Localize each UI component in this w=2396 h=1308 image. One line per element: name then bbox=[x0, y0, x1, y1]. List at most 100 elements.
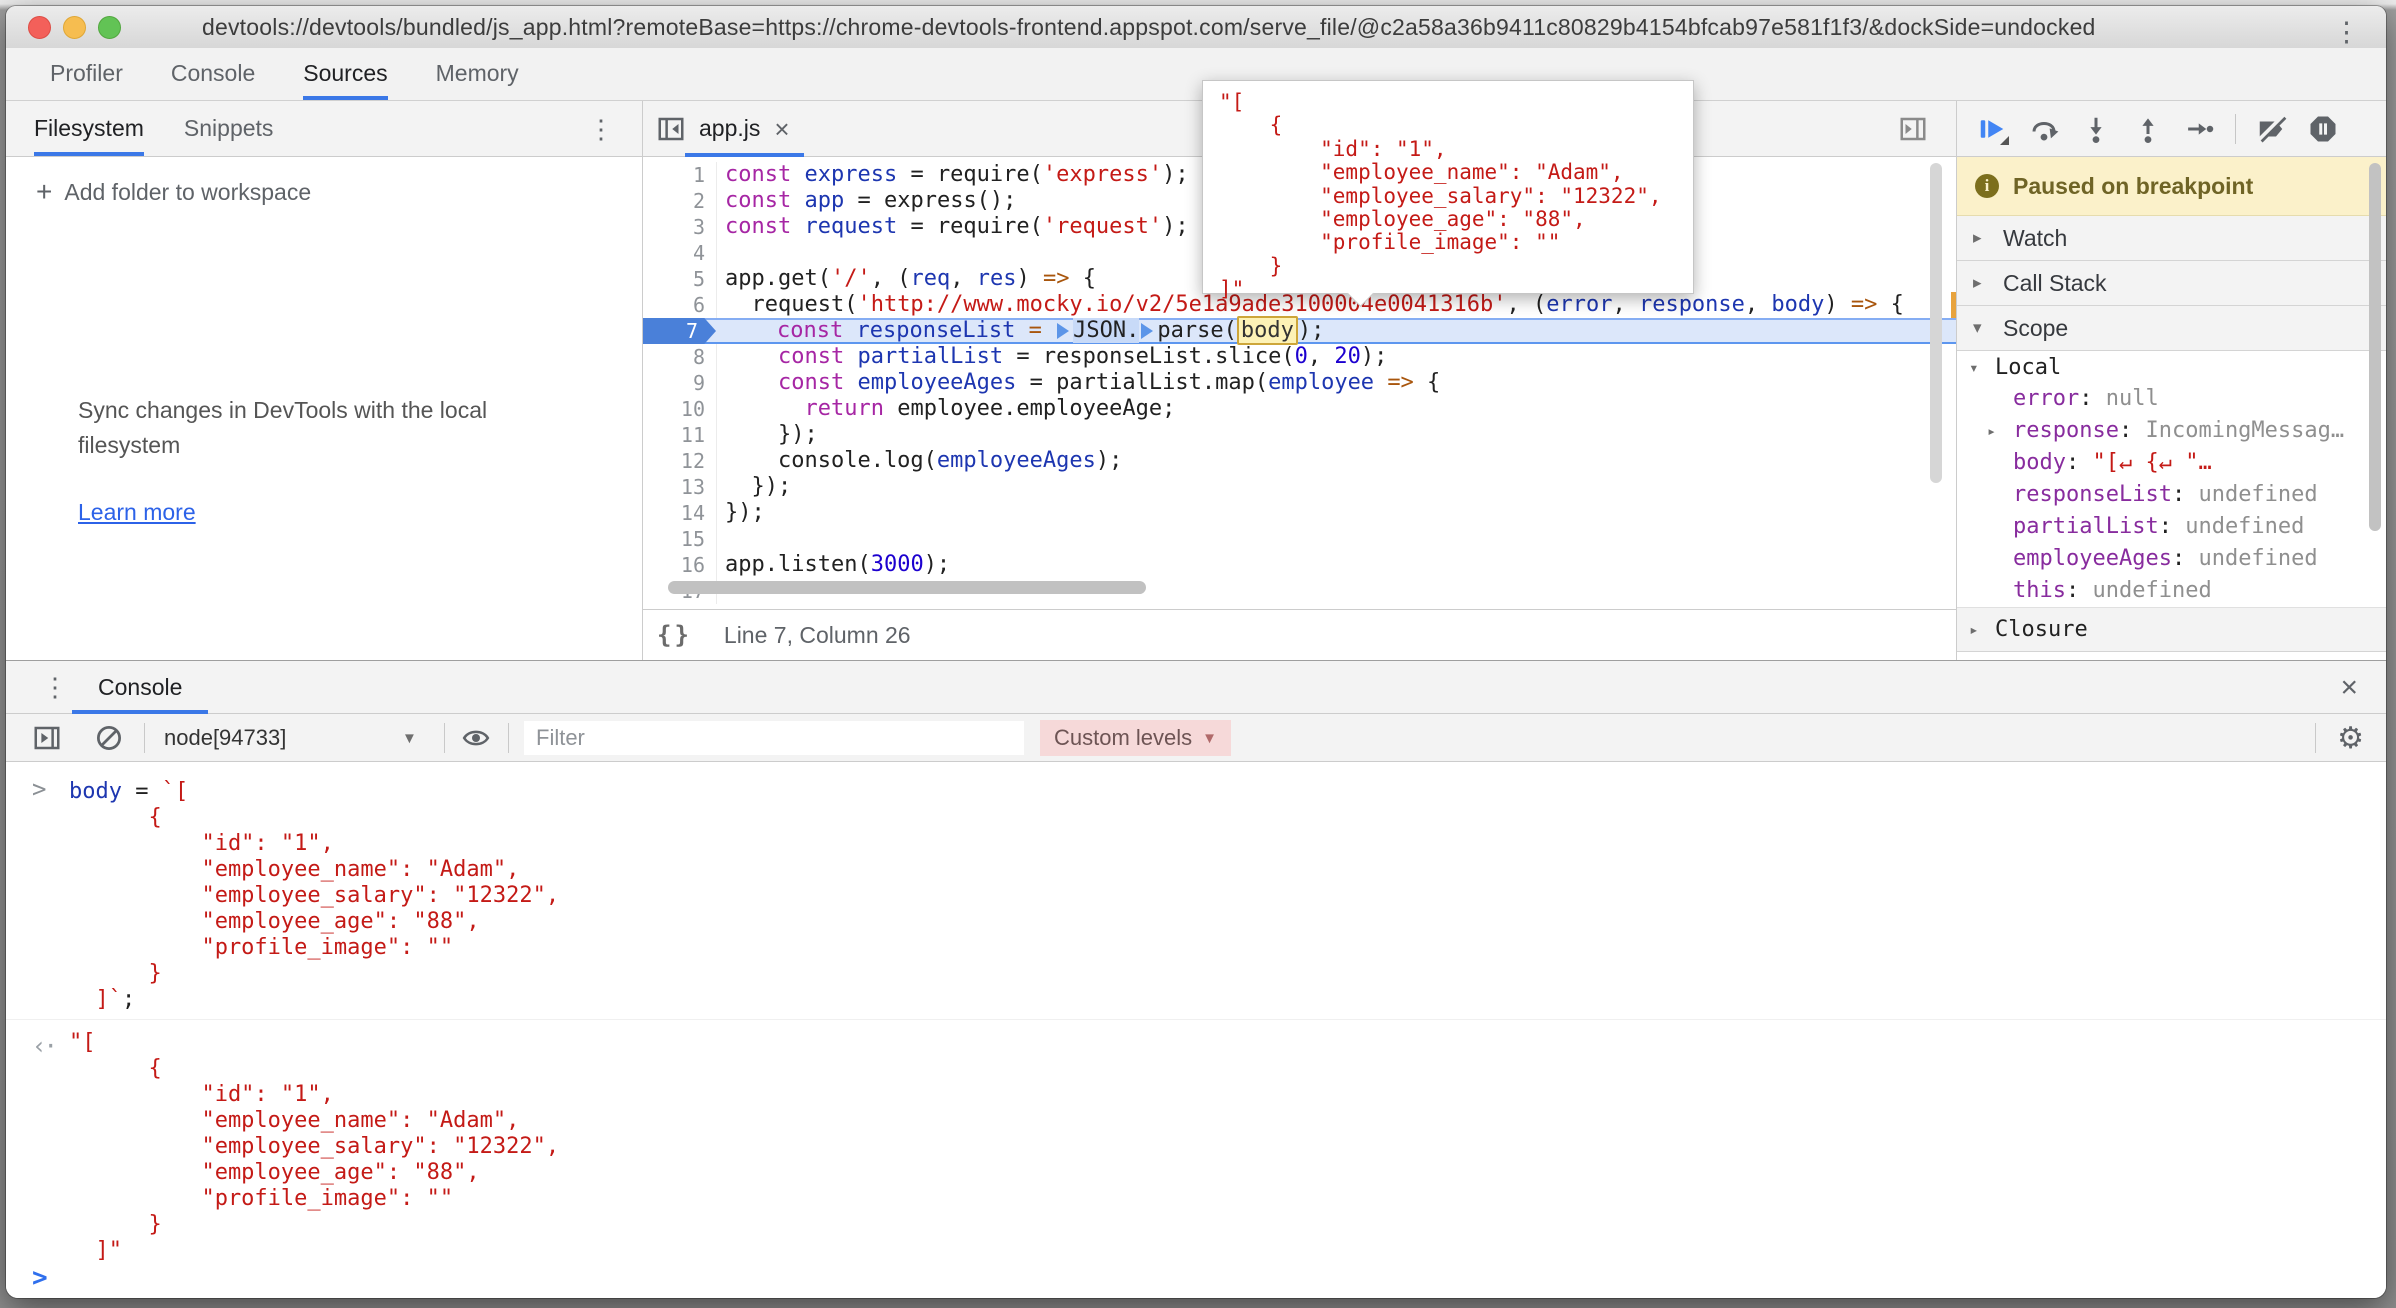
scope-variable-partiallist: partialList: undefined bbox=[1957, 511, 2386, 543]
variable-value: undefined bbox=[2198, 482, 2317, 507]
section-call-stack[interactable]: ▸Call Stack bbox=[1957, 261, 2386, 306]
console-settings-gear-icon[interactable]: ⚙ bbox=[2337, 714, 2364, 762]
line-number-gutter[interactable]: 12 bbox=[643, 448, 717, 474]
line-number-gutter[interactable]: 14 bbox=[643, 500, 717, 526]
editor-horizontal-scrollbar[interactable] bbox=[668, 581, 1938, 596]
variable-name: response bbox=[2013, 418, 2119, 443]
line-number-gutter[interactable]: 6 bbox=[643, 292, 717, 318]
variable-name: employeeAges bbox=[2013, 546, 2172, 571]
file-tab-appjs[interactable]: app.js × bbox=[685, 101, 804, 157]
navigator-tab-filesystem[interactable]: Filesystem bbox=[34, 101, 144, 156]
line-number-gutter[interactable]: 16 bbox=[643, 552, 717, 578]
scope-variable-response[interactable]: ▸response: IncomingMessag… bbox=[1957, 415, 2386, 447]
expanded-arrow-icon: ▾ bbox=[1973, 318, 1989, 338]
close-window-button[interactable] bbox=[28, 16, 51, 39]
tab-sources[interactable]: Sources bbox=[303, 48, 387, 100]
pause-on-exceptions-button[interactable] bbox=[2304, 112, 2342, 146]
deactivate-breakpoints-button[interactable] bbox=[2252, 112, 2290, 146]
code-line: 7 const responseList = JSON.parse(body); bbox=[643, 318, 1956, 344]
variable-value: null bbox=[2106, 386, 2159, 411]
code-line: 15 bbox=[643, 526, 1956, 552]
section-watch[interactable]: ▸Watch bbox=[1957, 216, 2386, 261]
collapsed-arrow-icon[interactable]: ▸ bbox=[1987, 415, 1996, 447]
section-label: Call Stack bbox=[2003, 270, 2107, 297]
step-location-marker-icon[interactable] bbox=[1141, 323, 1153, 339]
console-drawer: ⋮ Console × node[94733] ▼ bbox=[6, 660, 2386, 1298]
console-prompt[interactable]: > bbox=[6, 1263, 2386, 1298]
console-text-line: "employee_age": "88", bbox=[69, 909, 2386, 935]
line-number-gutter[interactable]: 11 bbox=[643, 422, 717, 448]
line-number-gutter[interactable]: 3 bbox=[643, 214, 717, 240]
step-out-button[interactable] bbox=[2129, 112, 2167, 146]
tab-console[interactable]: Console bbox=[171, 48, 255, 100]
scope-variable-body: body: "[↵ {↵ "… bbox=[1957, 447, 2386, 479]
navigator-tab-snippets[interactable]: Snippets bbox=[184, 101, 274, 156]
context-dropdown-caret-icon[interactable]: ▼ bbox=[402, 714, 417, 762]
add-folder-button[interactable]: + Add folder to workspace bbox=[36, 176, 311, 208]
line-number-gutter[interactable]: 10 bbox=[643, 396, 717, 422]
resume-script-button[interactable] bbox=[1973, 112, 2011, 146]
execution-context-selector[interactable]: node[94733] bbox=[164, 714, 286, 762]
editor-vertical-scrollbar[interactable] bbox=[1930, 163, 1942, 483]
step-location-marker-icon[interactable] bbox=[1057, 323, 1069, 339]
devtools-window: devtools://devtools/bundled/js_app.html?… bbox=[6, 6, 2386, 1298]
close-tab-icon[interactable]: × bbox=[774, 116, 789, 142]
line-number-gutter[interactable]: 9 bbox=[643, 370, 717, 396]
step-into-button[interactable] bbox=[2077, 112, 2115, 146]
code-text: return employee.employeeAge; bbox=[717, 396, 1175, 422]
sidebar-scrollbar[interactable] bbox=[2369, 163, 2381, 531]
live-expression-eye-icon[interactable] bbox=[460, 714, 492, 762]
scope-local-group[interactable]: ▾ Local bbox=[1957, 351, 2386, 383]
scope-closure-group[interactable]: ▸ Closure bbox=[1957, 607, 2386, 652]
scope-variable-employeeages: employeeAges: undefined bbox=[1957, 543, 2386, 575]
console-text-line: { bbox=[69, 1056, 2386, 1082]
zoom-window-button[interactable] bbox=[98, 16, 121, 39]
step-button[interactable] bbox=[2181, 112, 2219, 146]
variable-name: partialList bbox=[2013, 514, 2159, 539]
minimize-window-button[interactable] bbox=[63, 16, 86, 39]
line-number-gutter[interactable]: 13 bbox=[643, 474, 717, 500]
close-drawer-icon[interactable]: × bbox=[2340, 661, 2358, 714]
paused-status-bar: i Paused on breakpoint bbox=[1957, 157, 2386, 216]
show-debugger-sidebar-icon[interactable] bbox=[1898, 114, 1928, 144]
line-number-gutter[interactable]: 1 bbox=[643, 162, 717, 188]
scope-group-label: Closure bbox=[1995, 617, 2088, 642]
main-menu-kebab-icon[interactable]: ⋮ bbox=[2333, 6, 2360, 59]
add-folder-label: Add folder to workspace bbox=[64, 179, 311, 206]
line-number-gutter[interactable]: 7 bbox=[643, 318, 716, 344]
hide-navigator-icon[interactable] bbox=[656, 114, 686, 144]
expanded-arrow-icon: ▾ bbox=[1969, 358, 1987, 377]
section-scope[interactable]: ▾Scope bbox=[1957, 306, 2386, 351]
console-text-line: ]" bbox=[69, 1238, 2386, 1263]
navigator-kebab-icon[interactable]: ⋮ bbox=[588, 101, 614, 157]
filter-input[interactable] bbox=[524, 721, 1024, 755]
tab-console[interactable]: Console bbox=[72, 661, 208, 714]
console-text-line: "employee_age": "88", bbox=[69, 1160, 2386, 1186]
console-sidebar-toggle-icon[interactable] bbox=[32, 714, 62, 762]
code-line: 16app.listen(3000); bbox=[643, 552, 1956, 578]
line-number-gutter[interactable]: 5 bbox=[643, 266, 717, 292]
code-text: const express = require('express'); bbox=[717, 162, 1189, 188]
scope-variable-error: error: null bbox=[1957, 383, 2386, 415]
variable-name: body bbox=[2013, 450, 2066, 475]
drawer-kebab-icon[interactable]: ⋮ bbox=[42, 661, 68, 714]
line-number-gutter[interactable]: 2 bbox=[643, 188, 717, 214]
title-bar[interactable]: devtools://devtools/bundled/js_app.html?… bbox=[6, 6, 2386, 49]
line-number-gutter[interactable]: 15 bbox=[643, 526, 717, 552]
clear-console-icon[interactable] bbox=[94, 714, 124, 762]
tab-profiler[interactable]: Profiler bbox=[50, 48, 123, 100]
console-text-line: } bbox=[69, 1212, 2386, 1238]
custom-levels-button[interactable]: Custom levels ▼ bbox=[1040, 720, 1231, 756]
console-text-line: "employee_salary": "12322", bbox=[69, 883, 2386, 909]
console-text-line: body = `[ bbox=[69, 779, 2386, 805]
learn-more-link[interactable]: Learn more bbox=[78, 499, 196, 526]
pretty-print-icon[interactable]: {} bbox=[657, 621, 692, 649]
value-preview-tooltip: "[ { "id": "1", "employee_name": "Adam",… bbox=[1202, 80, 1694, 294]
step-over-button[interactable] bbox=[2025, 112, 2063, 146]
code-text: }); bbox=[717, 474, 791, 500]
tab-memory[interactable]: Memory bbox=[436, 48, 519, 100]
line-number-gutter[interactable]: 4 bbox=[643, 240, 717, 266]
line-number-gutter[interactable]: 8 bbox=[643, 344, 717, 370]
scrollbar-thumb[interactable] bbox=[668, 581, 1146, 594]
console-messages: >body = `[ { "id": "1", "employee_name":… bbox=[6, 763, 2386, 1263]
